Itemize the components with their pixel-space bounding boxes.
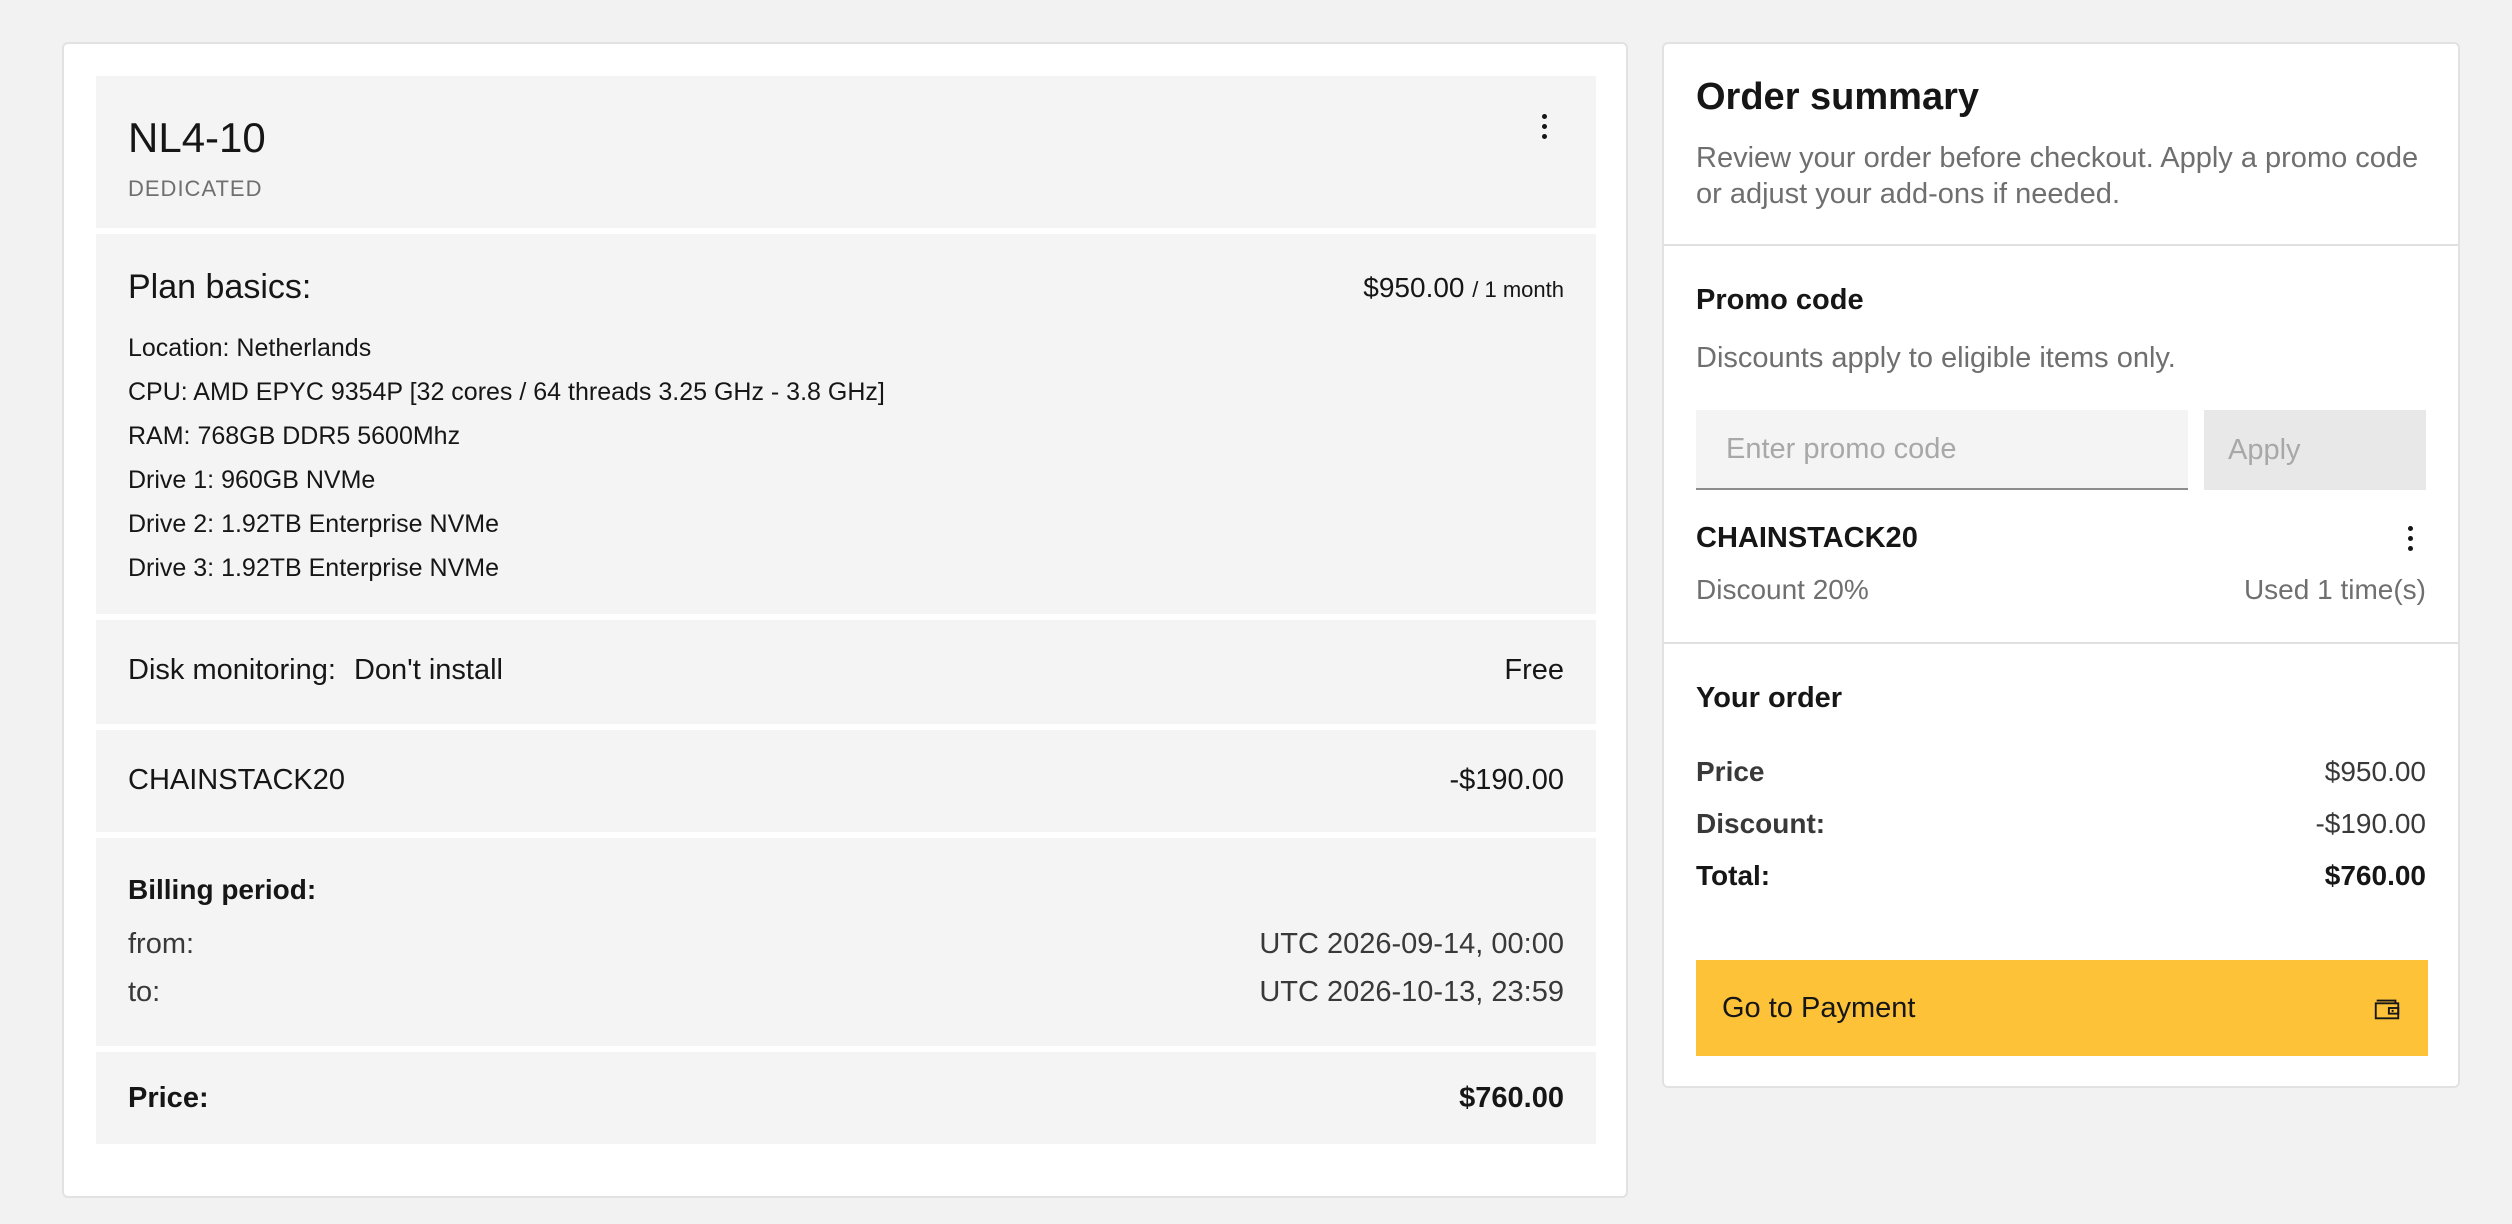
disk-monitoring-value: Don't install: [353, 654, 503, 686]
go-to-payment-label: Go to Payment: [1722, 991, 1916, 1024]
plan-price-value: $950.00: [1363, 272, 1465, 303]
spec-list: Location: Netherlands CPU: AMD EPYC 9354…: [128, 326, 885, 590]
billing-to-value: UTC 2026-10-13, 23:59: [1259, 976, 1564, 1008]
billing-to-label: to:: [128, 976, 161, 1008]
applied-code-details: Discount 20% Used 1 time(s): [1696, 574, 2426, 606]
disk-monitoring: Disk monitoring: Don't install: [128, 654, 503, 687]
billing-from-value: UTC 2026-09-14, 00:00: [1259, 928, 1564, 960]
promo-line-row: CHAINSTACK20 -$190.00: [96, 730, 1596, 832]
price-row: Price: $760.00: [96, 1052, 1596, 1144]
checkout-page: NL4-10 DEDICATED Plan basics: $950.00 / …: [0, 0, 2512, 1224]
disk-monitoring-row: Disk monitoring: Don't install Free: [96, 620, 1596, 724]
server-type: DEDICATED: [128, 176, 263, 201]
usage-count: Used 1 time(s): [2243, 574, 2426, 605]
summary-description: Review your order before checkout. Apply…: [1696, 142, 2419, 210]
plan-basics: Plan basics: $950.00 / 1 month Location:…: [96, 234, 1596, 614]
order-price-value: $950.00: [2324, 756, 2426, 787]
go-to-payment-button[interactable]: Go to Payment: [1696, 960, 2428, 1056]
price-value: $760.00: [1459, 1082, 1564, 1114]
applied-code-name: CHAINSTACK20: [1696, 522, 1918, 554]
order-summary-card: Order summary Review your order before c…: [1662, 42, 2460, 1088]
server-header: NL4-10 DEDICATED: [96, 76, 1596, 228]
spec-drive-3: Drive 3: 1.92TB Enterprise NVMe: [128, 554, 499, 582]
spec-location: Location: Netherlands: [128, 334, 372, 362]
discount-percent: Discount 20%: [1696, 574, 1869, 605]
spec-drive-2: Drive 2: 1.92TB Enterprise NVMe: [128, 510, 499, 538]
your-order-title: Your order: [1696, 682, 1843, 714]
billing-period: Billing period: from: UTC 2026-09-14, 00…: [96, 838, 1596, 1046]
spec-ram: RAM: 768GB DDR5 5600Mhz: [128, 422, 461, 450]
plan-title: Plan basics:: [128, 268, 312, 306]
order-discount-row: Discount: -$190.00: [1696, 808, 2426, 840]
divider: [1664, 642, 2458, 644]
divider: [1664, 244, 2458, 246]
order-price-row: Price $950.00: [1696, 756, 2426, 788]
promo-line-code: CHAINSTACK20: [128, 764, 346, 796]
disk-monitoring-price: Free: [1504, 654, 1564, 686]
plan-price-period: / 1 month: [1472, 277, 1564, 302]
spec-drive-1: Drive 1: 960GB NVMe: [128, 466, 376, 494]
promo-line-amount: -$190.00: [1449, 764, 1565, 796]
promo-description: Discounts apply to eligible items only.: [1696, 342, 2176, 374]
applied-code-menu-kebab-icon[interactable]: [2390, 518, 2430, 558]
order-discount-value: -$190.00: [2315, 808, 2426, 839]
order-total-label: Total:: [1696, 860, 1771, 891]
disk-monitoring-label: Disk monitoring:: [128, 654, 336, 686]
promo-title: Promo code: [1696, 284, 1864, 316]
order-total-value: $760.00: [2324, 860, 2426, 891]
order-price-label: Price: [1696, 756, 1765, 787]
billing-from-label: from:: [128, 928, 195, 960]
server-name: NL4-10: [128, 114, 266, 161]
billing-to-row: to: UTC 2026-10-13, 23:59: [128, 976, 1564, 1009]
order-total-row: Total: $760.00: [1696, 860, 2426, 892]
promo-code-input[interactable]: [1696, 410, 2188, 490]
apply-button[interactable]: Apply: [2204, 410, 2426, 490]
price-label: Price:: [128, 1082, 209, 1114]
order-discount-label: Discount:: [1696, 808, 1826, 839]
billing-from-row: from: UTC 2026-09-14, 00:00: [128, 928, 1564, 961]
server-menu-kebab-icon[interactable]: [1524, 106, 1564, 146]
wallet-icon: [2374, 999, 2400, 1020]
spec-cpu: CPU: AMD EPYC 9354P [32 cores / 64 threa…: [128, 378, 885, 406]
billing-title: Billing period:: [128, 874, 317, 905]
order-details-card: NL4-10 DEDICATED Plan basics: $950.00 / …: [62, 42, 1628, 1198]
summary-title: Order summary: [1696, 76, 1980, 118]
plan-price: $950.00 / 1 month: [1363, 272, 1564, 304]
